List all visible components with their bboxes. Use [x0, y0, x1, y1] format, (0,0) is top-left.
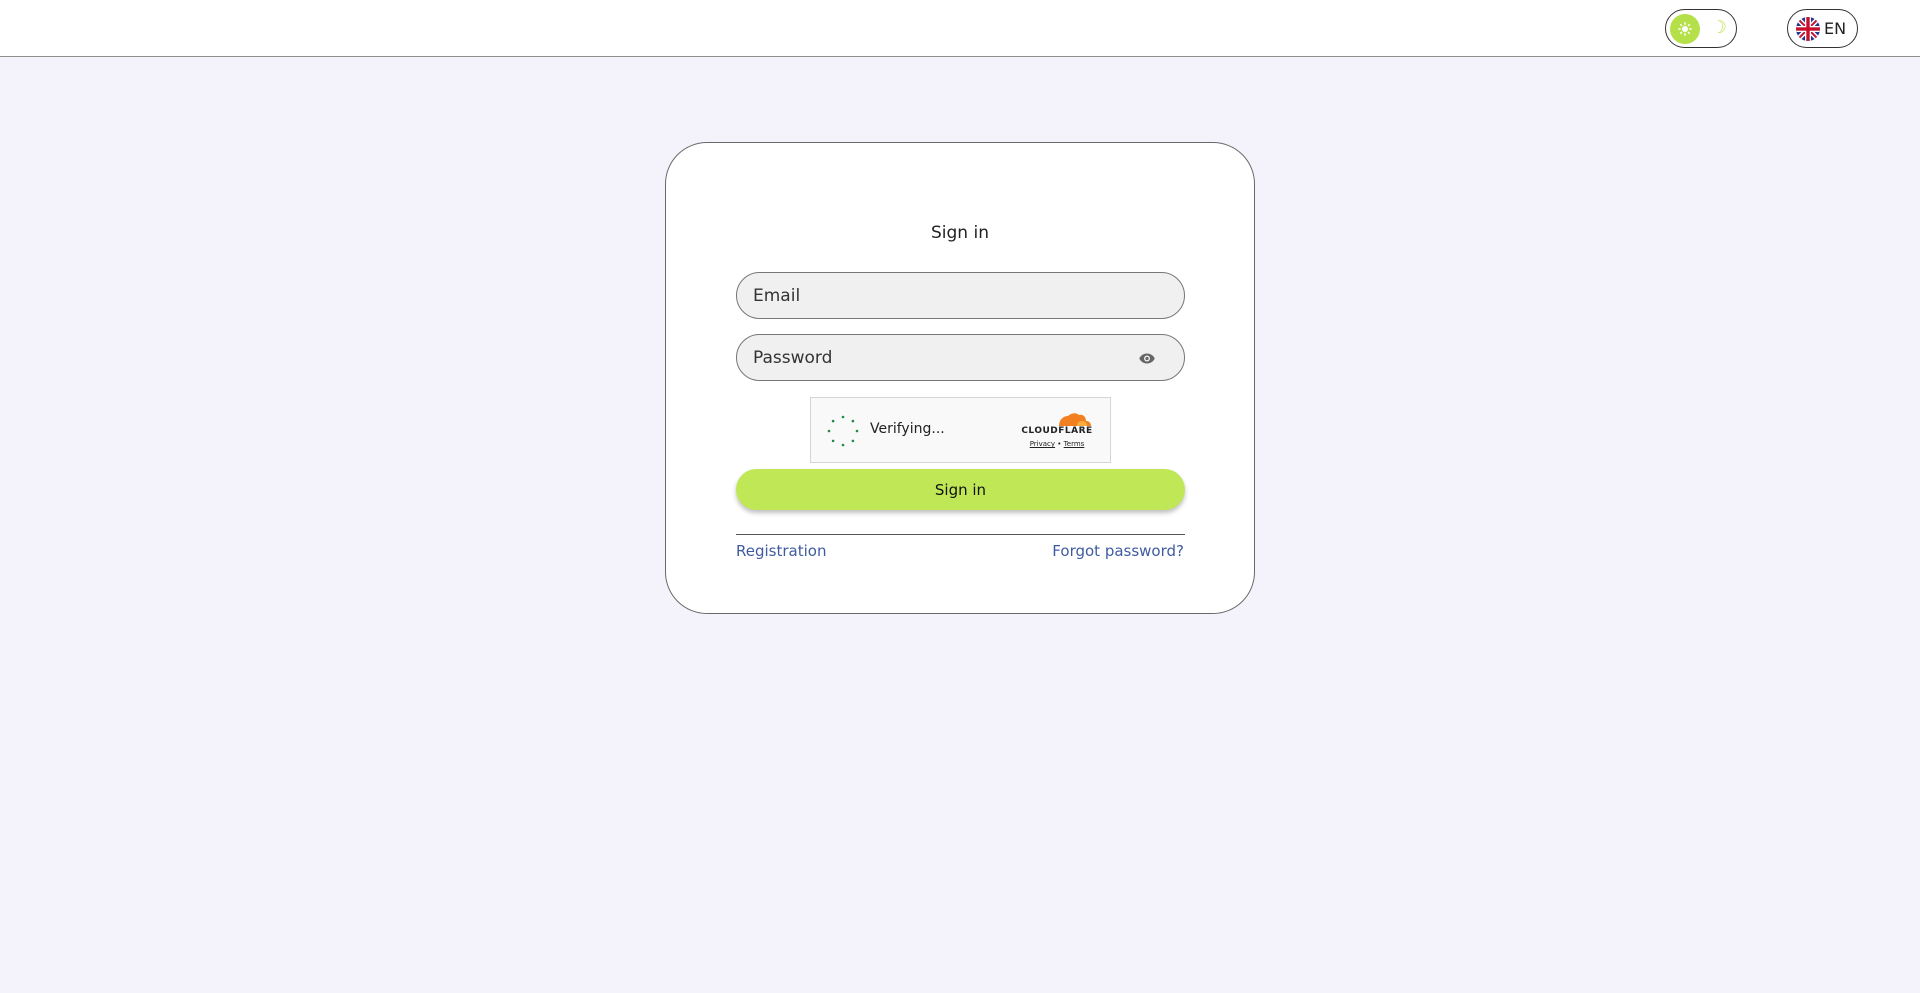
top-bar: ☽ EN	[0, 0, 1920, 57]
password-field[interactable]	[753, 347, 1113, 368]
moon-icon: ☽	[1710, 17, 1727, 38]
registration-link[interactable]: Registration	[736, 542, 826, 560]
spinner-icon	[827, 415, 859, 447]
login-card: Sign in Verifying...	[665, 142, 1255, 614]
divider	[736, 534, 1185, 535]
page-title: Sign in	[931, 223, 989, 243]
captcha-provider: CLOUDFLARE	[1021, 426, 1093, 436]
language-selector[interactable]: EN	[1787, 9, 1858, 48]
captcha-separator: •	[1057, 440, 1062, 448]
captcha-widget[interactable]: Verifying... CLOUDFLARE Privacy • Terms	[810, 397, 1111, 463]
captcha-links: Privacy • Terms	[1019, 440, 1095, 448]
sun-icon	[1670, 14, 1700, 44]
email-field-wrapper	[736, 272, 1185, 319]
captcha-privacy-link[interactable]: Privacy	[1030, 440, 1055, 448]
email-field[interactable]	[753, 285, 1113, 306]
password-field-wrapper	[736, 334, 1185, 381]
forgot-password-link[interactable]: Forgot password?	[1052, 542, 1184, 560]
language-label: EN	[1824, 19, 1847, 38]
eye-icon[interactable]	[1138, 350, 1156, 366]
sign-in-button[interactable]: Sign in	[736, 469, 1185, 510]
theme-toggle[interactable]: ☽	[1665, 9, 1737, 48]
uk-flag-icon	[1796, 16, 1820, 41]
captcha-status: Verifying...	[870, 421, 945, 437]
captcha-terms-link[interactable]: Terms	[1064, 440, 1085, 448]
